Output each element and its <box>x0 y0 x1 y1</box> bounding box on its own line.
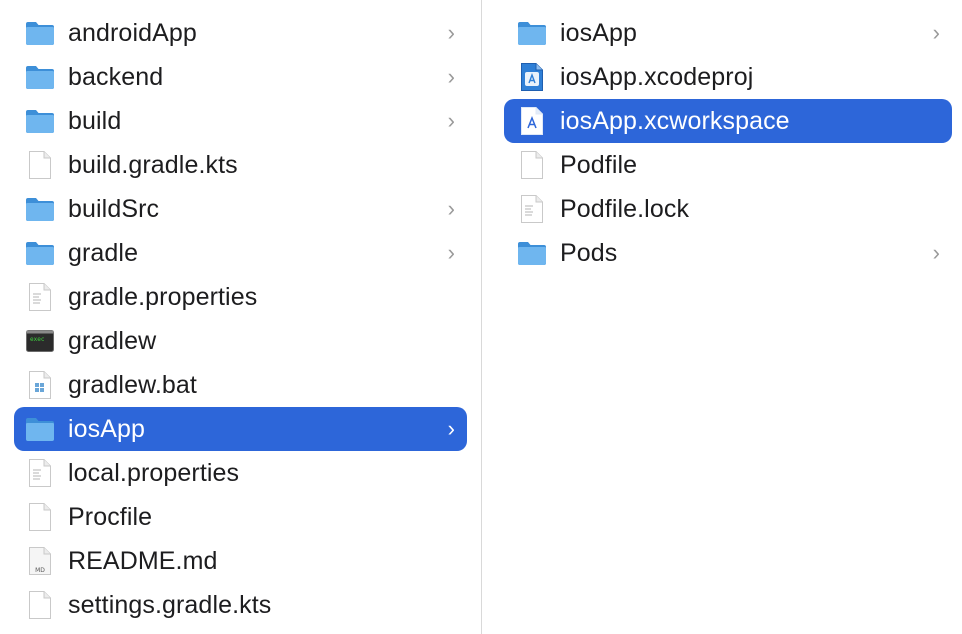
file-name-label: Podfile.lock <box>560 194 690 223</box>
file-name-label: Pods <box>560 238 618 267</box>
file-row-pods[interactable]: Pods › <box>504 231 952 275</box>
file-name-label: settings.gradle.kts <box>68 590 272 619</box>
file-row-gradle[interactable]: gradle › <box>14 231 467 275</box>
finder-column-iosapp[interactable]: iosApp › iosApp.xcodeproj iosApp.xcworksp… <box>483 0 962 634</box>
file-row-iosapp[interactable]: iosApp › <box>14 407 467 451</box>
file-row-settings-gradle-kts[interactable]: settings.gradle.kts <box>14 583 467 627</box>
chevron-right-icon[interactable]: › <box>448 99 455 143</box>
file-name-label: backend <box>68 62 164 91</box>
blank-document-icon <box>25 502 55 532</box>
file-name-label: Podfile <box>560 150 638 179</box>
text-document-icon <box>25 282 55 312</box>
chevron-right-icon[interactable]: › <box>448 231 455 275</box>
chevron-right-icon[interactable]: › <box>448 187 455 231</box>
file-row-podfile-lock[interactable]: Podfile.lock <box>504 187 952 231</box>
folder-icon <box>25 106 55 136</box>
file-name-label: local.properties <box>68 458 240 487</box>
folder-icon <box>517 238 547 268</box>
file-name-label: Procfile <box>68 502 153 531</box>
chevron-right-icon[interactable]: › <box>448 11 455 55</box>
file-name-label: gradle.properties <box>68 282 258 311</box>
file-row-iosapp-xcworkspace[interactable]: iosApp.xcworkspace <box>504 99 952 143</box>
file-row-podfile[interactable]: Podfile <box>504 143 952 187</box>
file-list: androidApp › backend › build › build.gradle… <box>0 11 481 627</box>
file-row-gradle-properties[interactable]: gradle.properties <box>14 275 467 319</box>
finder-column-root[interactable]: androidApp › backend › build › build.gradle… <box>0 0 482 634</box>
folder-icon <box>25 194 55 224</box>
file-name-label: gradlew.bat <box>68 370 197 399</box>
file-name-label: androidApp <box>68 18 197 47</box>
file-row-readme-md[interactable]: MD README.md <box>14 539 467 583</box>
file-row-build-gradle-kts[interactable]: build.gradle.kts <box>14 143 467 187</box>
file-row-iosapp[interactable]: iosApp › <box>504 11 952 55</box>
svg-text:MD: MD <box>35 567 45 574</box>
file-row-iosapp-xcodeproj[interactable]: iosApp.xcodeproj <box>504 55 952 99</box>
file-name-label: README.md <box>68 546 218 575</box>
terminal-executable-icon: exec <box>25 326 55 356</box>
chevron-right-icon[interactable]: › <box>933 231 940 275</box>
blank-document-icon <box>517 150 547 180</box>
text-document-icon <box>25 458 55 488</box>
file-row-backend[interactable]: backend › <box>14 55 467 99</box>
file-name-label: build <box>68 106 122 135</box>
file-name-label: buildSrc <box>68 194 160 223</box>
file-row-local-properties[interactable]: local.properties <box>14 451 467 495</box>
windows-batch-file-icon <box>25 370 55 400</box>
file-list: iosApp › iosApp.xcodeproj iosApp.xcworksp… <box>483 11 962 275</box>
file-name-label: gradle <box>68 238 139 267</box>
svg-text:exec: exec <box>30 336 45 343</box>
markdown-document-icon: MD <box>25 546 55 576</box>
file-name-label: build.gradle.kts <box>68 150 238 179</box>
folder-icon <box>517 18 547 48</box>
file-name-label: iosApp.xcodeproj <box>560 62 754 91</box>
file-name-label: iosApp <box>68 414 146 443</box>
folder-icon <box>25 18 55 48</box>
file-row-build[interactable]: build › <box>14 99 467 143</box>
file-name-label: iosApp.xcworkspace <box>560 106 790 135</box>
file-row-gradlew-bat[interactable]: gradlew.bat <box>14 363 467 407</box>
blank-document-icon <box>25 590 55 620</box>
file-row-buildsrc[interactable]: buildSrc › <box>14 187 467 231</box>
chevron-right-icon[interactable]: › <box>448 55 455 99</box>
file-name-label: gradlew <box>68 326 157 355</box>
file-row-procfile[interactable]: Procfile <box>14 495 467 539</box>
xcworkspace-icon <box>517 106 547 136</box>
file-name-label: iosApp <box>560 18 638 47</box>
folder-icon <box>25 62 55 92</box>
folder-icon <box>25 414 55 444</box>
xcodeproj-icon <box>517 62 547 92</box>
folder-icon <box>25 238 55 268</box>
file-row-androidapp[interactable]: androidApp › <box>14 11 467 55</box>
chevron-right-icon[interactable]: › <box>933 11 940 55</box>
file-row-gradlew[interactable]: exec gradlew <box>14 319 467 363</box>
text-document-icon <box>517 194 547 224</box>
chevron-right-icon[interactable]: › <box>448 407 455 451</box>
blank-document-icon <box>25 150 55 180</box>
